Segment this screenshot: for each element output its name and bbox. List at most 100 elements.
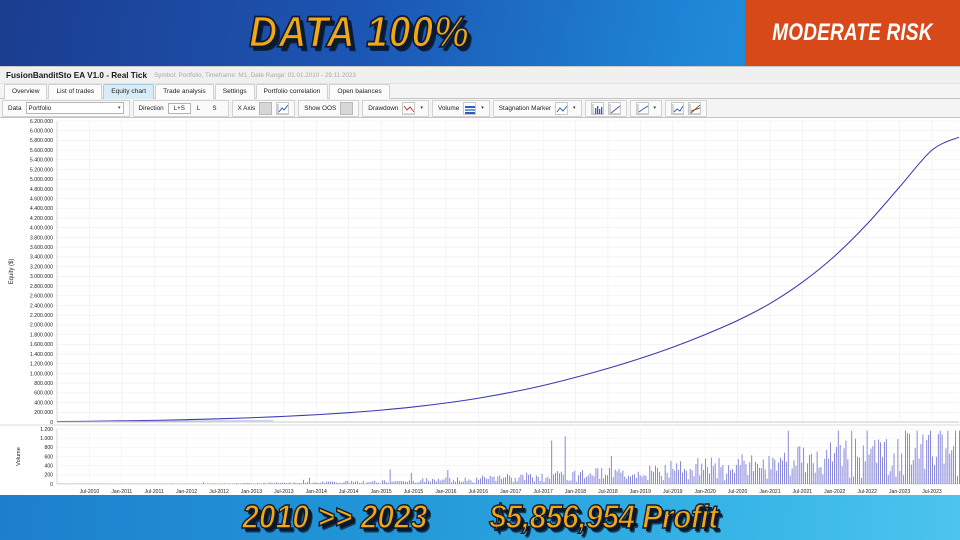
y-axis-tick-label: 5.200.000 [30,167,53,173]
volume-axis-title: Volume [16,447,22,466]
stagnation-marker-label: Stagnation Marker [498,104,552,112]
x-axis-tick-label: Jan-2012 [176,489,197,494]
top-banner-left: DATA 100% [0,0,745,66]
volume-chevron-down-icon[interactable]: ▾ [480,105,484,111]
y-axis-tick-label: 4.200.000 [30,216,53,222]
line-up-chart-icon[interactable] [607,101,621,115]
tab-trade-analysis[interactable]: Trade analysis [155,84,214,99]
y-axis-tick-label: 2.000.000 [30,323,53,329]
tab-list-of-trades[interactable]: List of trades [48,84,103,99]
risk-badge: MODERATE RISK [745,0,960,66]
promo-headline: DATA 100% [248,7,470,57]
volume-axis-tick-label: 1.000 [40,436,53,442]
tab-equity-chart[interactable]: Equity chart [103,84,155,99]
y-axis-tick-label: 3.400.000 [30,255,53,261]
x-axis-tick-label: Jan-2016 [435,489,456,494]
y-axis-tick-label: 1.200.000 [30,362,53,368]
y-axis-tick-label: 2.600.000 [30,294,53,300]
y-axis-tick-label: 1.000.000 [30,371,53,377]
y-axis-tick-label: 4.000.000 [30,226,53,232]
bottom-promo-banner: 2010 >> 2023 $5,856,954 Profit [0,495,960,540]
tab-portfolio-correlation[interactable]: Portfolio correlation [255,84,329,99]
multi-series-chart-icon[interactable] [688,101,702,115]
y-axis-tick-label: 3.600.000 [30,245,53,251]
volume-axis-tick-label: 600 [45,454,54,460]
direction-option-long[interactable]: L [191,103,206,114]
direction-option-short[interactable]: S [206,103,222,114]
volume-axis-tick-label: 800 [45,445,54,451]
chart-style-chevron-down-icon[interactable]: ▾ [653,105,657,111]
volume-bars [57,430,960,484]
volume-axis-tick-label: 400 [45,463,54,469]
y-axis-tick-label: 2.400.000 [30,303,53,309]
y-axis-tick-label: 1.600.000 [30,342,53,348]
x-axis-tick-label: Jul-2023 [922,489,942,494]
x-axis-tick-label: Jul-2016 [469,489,489,494]
date-range-highlight: 2010 >> 2023 [242,498,428,536]
y-axis-tick-label: 5.800.000 [30,138,53,144]
x-axis-tick-label: Jan-2021 [759,489,780,494]
stagnation-chevron-down-icon[interactable]: ▾ [572,105,576,111]
equity-chart-svg[interactable]: 6.200.000 6.000.000 5.800.000 5.600.000 5.40… [0,118,960,494]
x-axis-tick-label: Jul-2010 [80,489,100,494]
x-axis-tick-label: Jul-2012 [209,489,229,494]
direction-group: Direction L+S L S [132,99,229,117]
y-axis-tick-label: 600.000 [34,391,53,397]
volume-axis-tick-label: 200 [45,473,54,479]
drawdown-chart-icon[interactable] [402,101,416,115]
window-subtitle: Symbol: Portfolio, Timeframe: M1, Date R… [154,71,356,79]
tab-open-balances[interactable]: Open balances [329,84,390,99]
tab-bar: Overview List of trades Equity chart Tra… [0,84,960,99]
scatter-line-chart-icon[interactable] [635,101,649,115]
histogram-chart-icon[interactable] [590,101,604,115]
chart-style-group-3 [665,99,708,117]
risk-badge-label: MODERATE RISK [772,19,933,46]
y-axis-tick-label: 4.800.000 [30,187,53,193]
profit-highlight: $5,856,954 Profit [489,498,719,536]
direction-label: Direction [138,104,164,112]
page-title: FusionBanditSto EA V1.0 - Real Tick [6,70,148,80]
volume-bars-icon[interactable] [463,101,477,115]
x-axis-tick-label: Jul-2020 [728,489,748,494]
direction-option-long-short[interactable]: L+S [167,102,191,114]
area-chart-icon[interactable] [671,101,685,115]
volume-axis-tick-label: 0 [50,482,53,488]
xaxis-group: X Axis [231,99,296,117]
show-oos-group: Show OOS [298,99,360,117]
xaxis-grid-icon[interactable] [259,101,273,115]
x-axis-tick-label: Jan-2018 [565,489,586,494]
drawdown-chevron-down-icon[interactable]: ▾ [419,105,423,111]
drawdown-group: Drawdown ▾ [362,99,429,117]
x-axis-tick-label: Jan-2019 [630,489,651,494]
y-axis-tick-label: 5.000.000 [30,177,53,183]
show-oos-toggle-icon[interactable] [340,101,354,115]
y-axis-tick-label: 200.000 [34,410,53,416]
chart-style-group-2: ▾ [629,99,663,117]
x-axis-tick-label: Jul-2015 [404,489,424,494]
equity-curve [56,136,960,423]
x-axis-tick-label: Jul-2013 [274,489,294,494]
y-axis-tick-label: 3.000.000 [30,274,53,280]
x-axis-tick-label: Jan-2023 [889,489,910,494]
x-axis-tick-label: Jul-2017 [533,489,553,494]
y-axis-title: Equity ($) [9,259,15,285]
x-axis-tick-label: Jan-2014 [306,489,327,494]
y-axis-tick-label: 6.000.000 [30,129,53,135]
y-axis-tick-label: 6.200.000 [30,119,53,125]
x-axis-tick-label: Jul-2018 [598,489,618,494]
show-oos-label: Show OOS [304,104,337,112]
data-select[interactable]: Portfolio ▾ [25,102,124,114]
data-select-value: Portfolio [28,104,52,112]
tab-overview[interactable]: Overview [4,84,48,99]
data-group: Data Portfolio ▾ [2,99,130,117]
xaxis-chart-icon[interactable] [276,101,290,115]
y-axis-tick-label: 2.200.000 [30,313,53,319]
tab-settings[interactable]: Settings [214,84,255,99]
window-titlebar: FusionBanditSto EA V1.0 - Real Tick Symb… [0,67,960,84]
y-axis-tick-label: 4.400.000 [30,206,53,212]
application-window: FusionBanditSto EA V1.0 - Real Tick Symb… [0,66,960,495]
stagnation-marker-icon[interactable] [555,101,569,115]
volume-axis-tick-label: 1.200 [40,427,53,433]
x-axis-tick-label: Jul-2021 [793,489,813,494]
x-axis-tick-label: Jan-2011 [111,489,132,494]
